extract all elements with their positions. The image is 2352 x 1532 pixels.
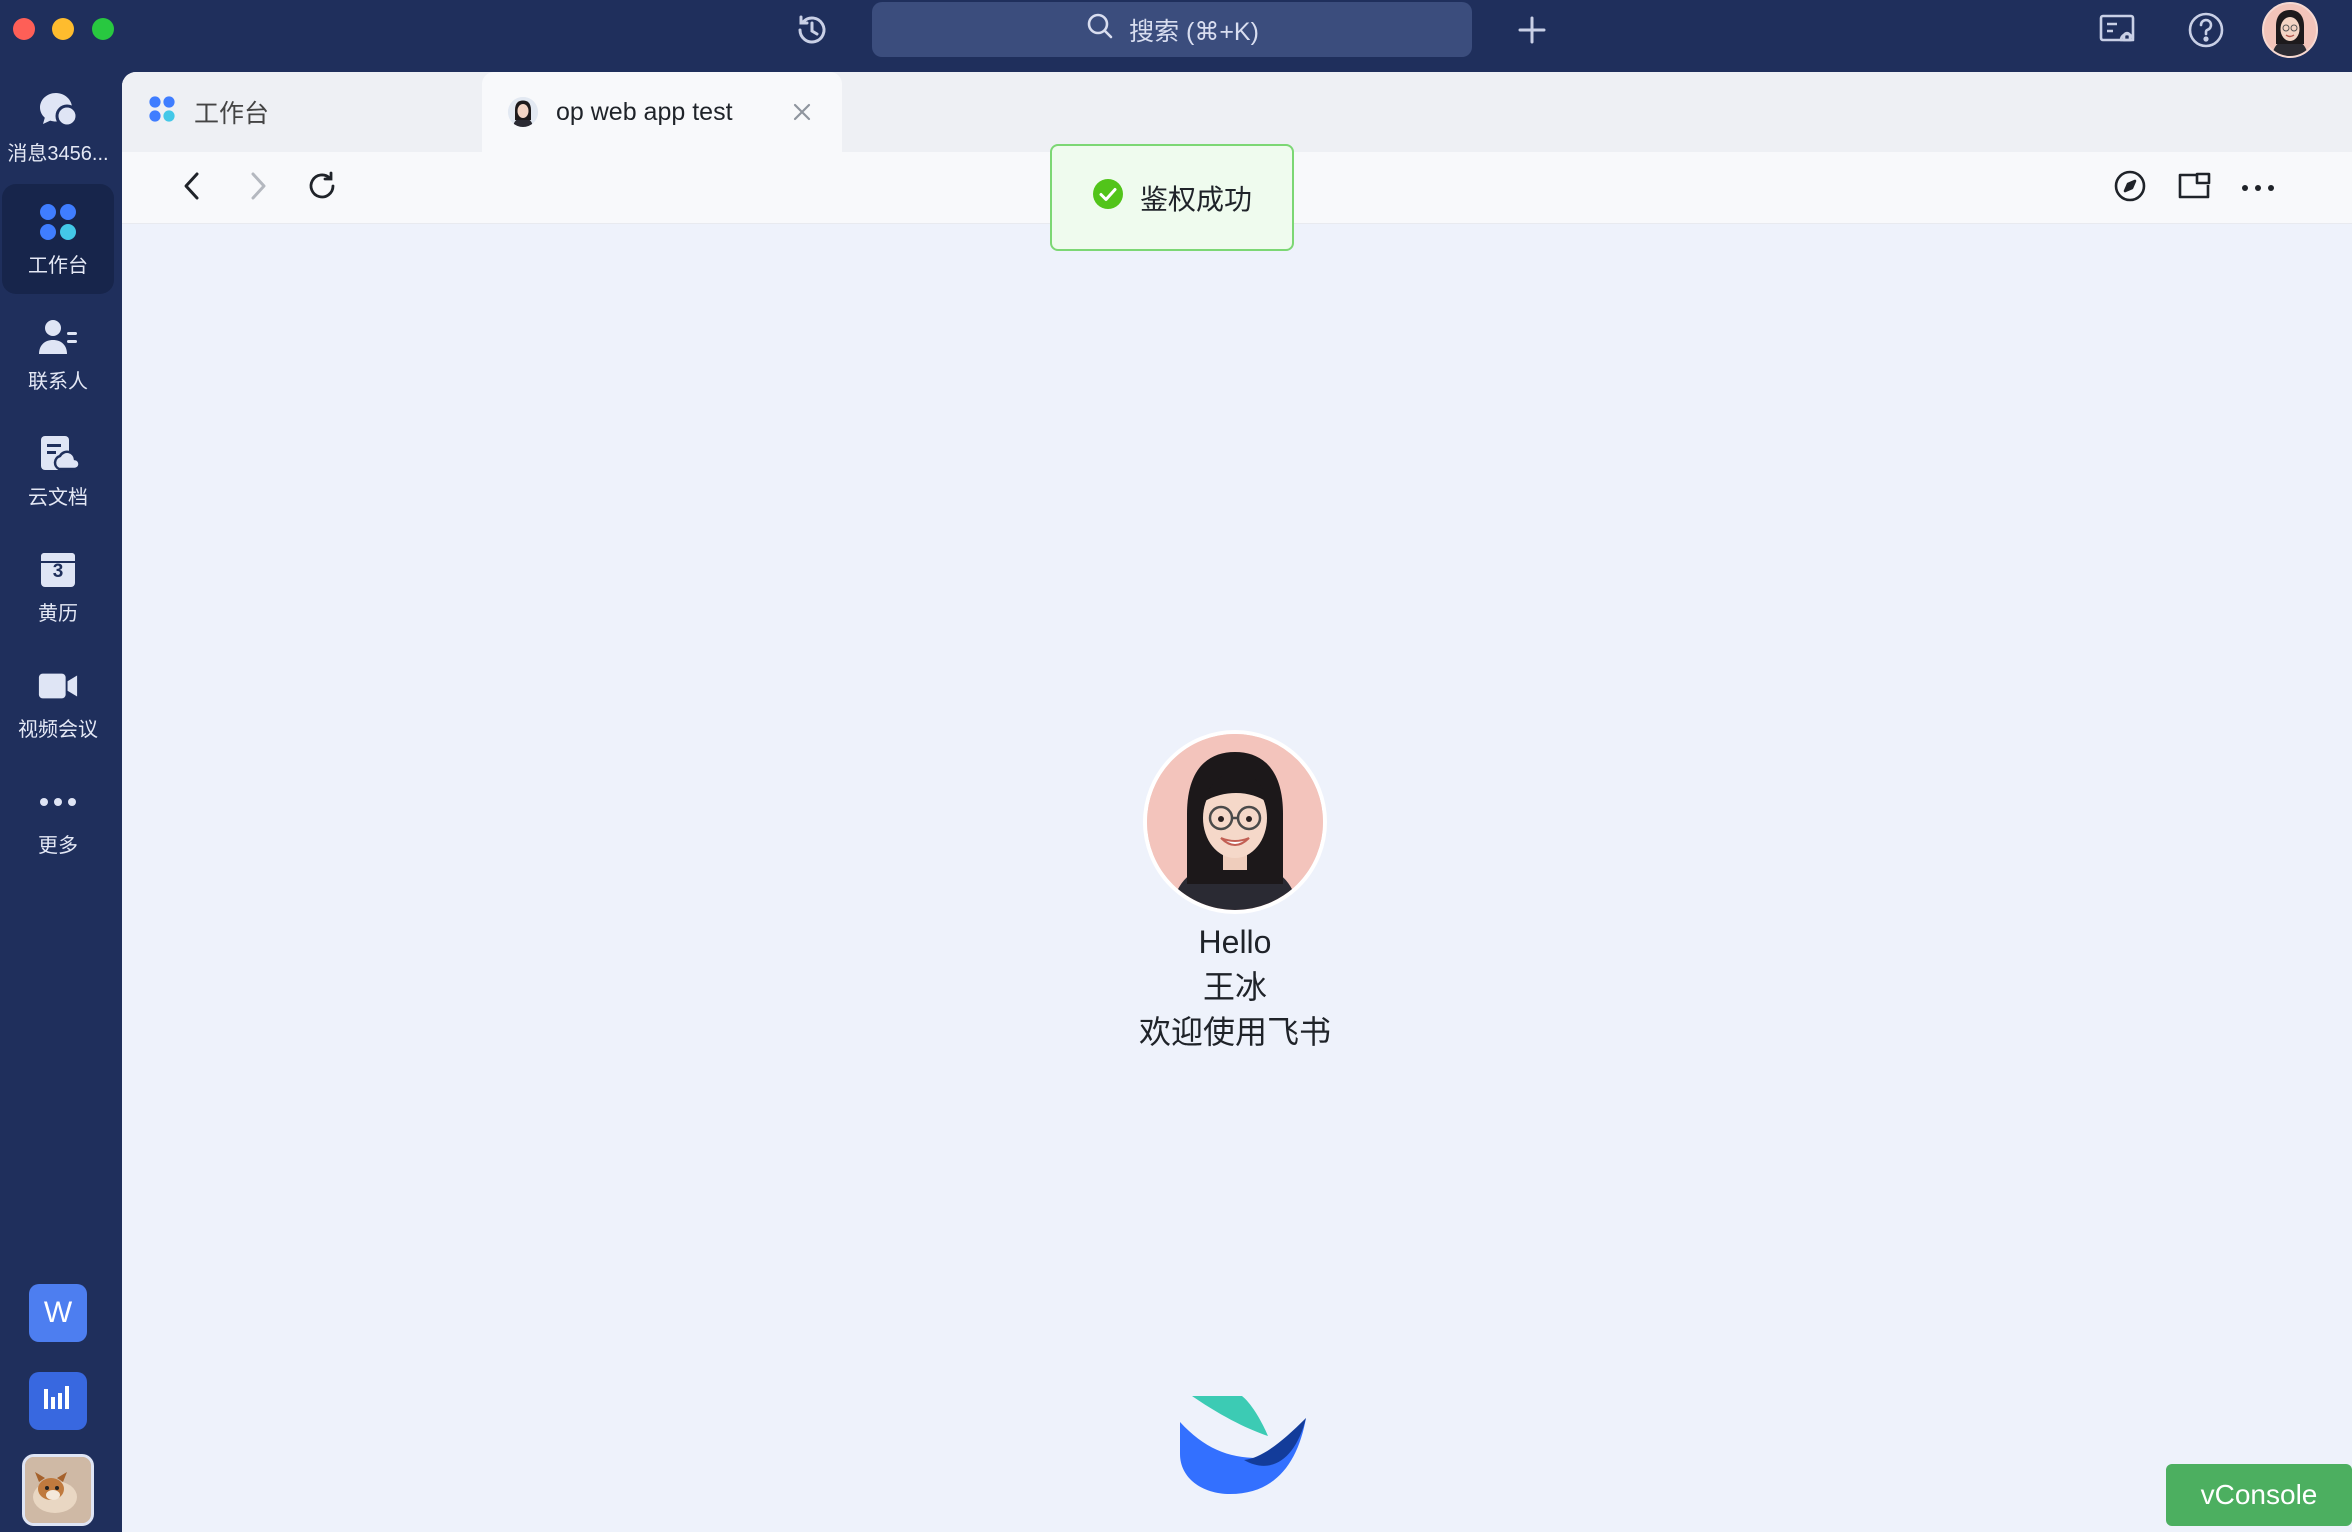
chart-app-icon bbox=[43, 1383, 73, 1419]
profile-avatar bbox=[1143, 730, 1327, 914]
app-w-label: W bbox=[43, 1296, 73, 1329]
greeting-text: Hello bbox=[1198, 924, 1272, 960]
messages-icon bbox=[37, 89, 79, 131]
sidebar-item-label: 黄历 bbox=[38, 602, 78, 625]
forward-button[interactable] bbox=[236, 166, 280, 210]
user-avatar[interactable] bbox=[2262, 2, 2318, 58]
calendar-icon: 3 bbox=[37, 549, 79, 591]
search-input[interactable]: 搜索 (⌘+K) bbox=[872, 2, 1472, 57]
sidebar-item-label: 视频会议 bbox=[18, 718, 98, 741]
sidebar-item-label: 工作台 bbox=[28, 254, 88, 277]
workplace-icon bbox=[37, 201, 79, 243]
search-icon bbox=[1085, 11, 1115, 48]
notice-icon[interactable] bbox=[2098, 10, 2138, 50]
main-window: 工作台 op web app test 鉴权成功 Hello 王冰 欢迎使用飞书 bbox=[122, 72, 2352, 1532]
check-circle-icon bbox=[1092, 178, 1124, 217]
user-name-text: 王冰 bbox=[1202, 969, 1267, 1005]
sidebar-item-more[interactable]: 更多 bbox=[2, 764, 114, 874]
sidebar-item-video[interactable]: 视频会议 bbox=[2, 648, 114, 758]
workplace-icon bbox=[148, 95, 176, 130]
feishu-logo bbox=[1180, 1396, 1306, 1494]
plus-icon[interactable] bbox=[1512, 10, 1552, 50]
more-options-button[interactable] bbox=[2236, 166, 2280, 210]
sidebar-item-contacts[interactable]: 联系人 bbox=[2, 300, 114, 410]
sidebar-item-label: 联系人 bbox=[28, 370, 88, 393]
tab-workplace[interactable]: 工作台 bbox=[122, 72, 482, 152]
dog-avatar-app[interactable] bbox=[22, 1454, 94, 1526]
tab-label: op web app test bbox=[556, 97, 733, 126]
sidebar-item-docs[interactable]: 云文档 bbox=[2, 416, 114, 526]
search-placeholder: 搜索 (⌘+K) bbox=[1129, 17, 1259, 46]
contacts-icon bbox=[37, 317, 79, 359]
sidebar-item-calendar[interactable]: 3 黄历 bbox=[2, 532, 114, 642]
tab-label: 工作台 bbox=[194, 100, 270, 128]
sidebar-item-label: 消息3456... bbox=[7, 142, 109, 165]
close-icon[interactable] bbox=[788, 98, 816, 126]
compass-icon bbox=[2113, 169, 2147, 208]
title-bar: 搜索 (⌘+K) bbox=[0, 0, 2352, 72]
zoom-window-button[interactable] bbox=[92, 18, 114, 40]
new-window-icon bbox=[2177, 171, 2211, 206]
app-w-shortcut[interactable]: W bbox=[29, 1284, 87, 1342]
sidebar-item-workplace[interactable]: 工作台 bbox=[2, 184, 114, 294]
compass-button[interactable] bbox=[2108, 166, 2152, 210]
back-button[interactable] bbox=[170, 166, 214, 210]
minimize-window-button[interactable] bbox=[52, 18, 74, 40]
avatar-icon bbox=[508, 97, 538, 127]
sidebar-item-label: 更多 bbox=[38, 834, 78, 857]
sidebar-item-messages[interactable]: 消息3456... bbox=[2, 72, 114, 182]
tab-bar: 工作台 op web app test bbox=[122, 72, 2352, 152]
new-window-button[interactable] bbox=[2172, 166, 2216, 210]
chevron-left-icon bbox=[181, 171, 203, 206]
calendar-day-badge: 3 bbox=[52, 560, 64, 582]
app-chart-shortcut[interactable] bbox=[29, 1372, 87, 1430]
toast-text: 鉴权成功 bbox=[1139, 183, 1252, 215]
refresh-button[interactable] bbox=[300, 166, 344, 210]
sidebar-item-label: 云文档 bbox=[28, 486, 88, 509]
left-sidebar: 消息3456... 工作台 联系人 云文档 3 黄历 视频会议 更多 W bbox=[0, 72, 121, 1532]
web-app-content: Hello 王冰 欢迎使用飞书 bbox=[122, 224, 2352, 1532]
refresh-icon bbox=[306, 170, 338, 207]
video-icon bbox=[37, 665, 79, 707]
more-icon bbox=[37, 781, 79, 823]
profile-card: Hello 王冰 欢迎使用飞书 bbox=[122, 730, 2352, 1055]
welcome-text: 欢迎使用飞书 bbox=[1138, 1014, 1331, 1050]
docs-icon bbox=[37, 433, 79, 475]
close-window-button[interactable] bbox=[13, 18, 35, 40]
history-icon[interactable] bbox=[792, 10, 832, 50]
tab-op-web-app-test[interactable]: op web app test bbox=[482, 72, 842, 152]
ellipsis-icon bbox=[2241, 179, 2275, 197]
chevron-right-icon bbox=[247, 171, 269, 206]
success-toast: 鉴权成功 bbox=[1050, 144, 1294, 251]
vconsole-button[interactable]: vConsole bbox=[2166, 1464, 2352, 1526]
help-icon[interactable] bbox=[2186, 10, 2226, 50]
